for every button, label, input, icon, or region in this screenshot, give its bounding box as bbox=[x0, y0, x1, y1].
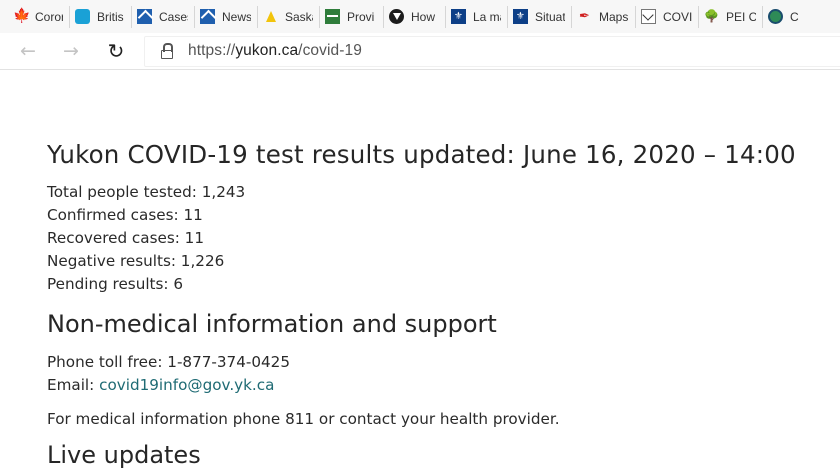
alberta-icon bbox=[137, 9, 152, 24]
stat-negative: Negative results: 1,226 bbox=[47, 252, 225, 270]
test-results-list: Total people tested: 1,243 Confirmed cas… bbox=[47, 182, 245, 297]
bookmark-item[interactable]: COVI bbox=[636, 5, 699, 28]
bookmark-item[interactable]: ✒ Maps bbox=[572, 5, 636, 28]
bookmark-label: How bbox=[411, 9, 436, 24]
maple-leaf-icon: 🍁 bbox=[13, 8, 31, 24]
url-domain: yukon.ca bbox=[235, 42, 299, 59]
saskatchewan-icon bbox=[263, 9, 278, 24]
bc-icon bbox=[75, 9, 90, 24]
bookmark-label: La ma bbox=[473, 9, 501, 24]
bookmark-label: COVI bbox=[663, 9, 692, 24]
bookmark-label: News bbox=[222, 9, 251, 24]
support-heading: Non-medical information and support bbox=[47, 310, 497, 338]
lock-icon[interactable] bbox=[160, 43, 174, 60]
bookmark-item[interactable]: How bbox=[384, 5, 446, 28]
bookmark-item[interactable]: News bbox=[195, 5, 258, 28]
page-title: Yukon COVID-19 test results updated: Jun… bbox=[47, 140, 796, 169]
stat-confirmed: Confirmed cases: 11 bbox=[47, 206, 203, 224]
bookmark-label: Maps bbox=[599, 9, 629, 24]
alberta-icon bbox=[200, 9, 215, 24]
nova-scotia-icon bbox=[768, 9, 783, 24]
stat-pending: Pending results: 6 bbox=[47, 275, 184, 293]
url-path: /covid-19 bbox=[298, 42, 362, 59]
bookmark-item[interactable]: 🍁 Coror bbox=[8, 5, 70, 28]
navigation-bar: ← → ↻ https://yukon.ca/covid-19 bbox=[0, 33, 840, 70]
bookmark-label: Provi bbox=[347, 9, 375, 24]
bookmark-item[interactable]: 🌳 PEI C bbox=[699, 5, 763, 28]
url-scheme: https:// bbox=[188, 42, 236, 59]
url-text[interactable]: https://yukon.ca/covid-19 bbox=[188, 42, 362, 60]
reload-icon[interactable]: ↻ bbox=[105, 40, 127, 62]
forward-arrow-icon[interactable]: → bbox=[60, 40, 82, 62]
stat-recovered: Recovered cases: 11 bbox=[47, 229, 205, 247]
bookmark-label: Britis bbox=[97, 9, 124, 24]
back-arrow-icon[interactable]: ← bbox=[17, 40, 39, 62]
bookmark-item[interactable]: ⚜ Situat bbox=[508, 5, 572, 28]
phone-text: Phone toll free: 1-877-374-0425 bbox=[47, 353, 291, 371]
bookmark-item[interactable]: ⚜ La ma bbox=[446, 5, 508, 28]
live-updates-heading: Live updates bbox=[47, 441, 201, 469]
stat-total-tested: Total people tested: 1,243 bbox=[47, 183, 246, 201]
bookmark-item[interactable]: Britis bbox=[70, 5, 132, 28]
bookmark-label: Saska bbox=[285, 9, 313, 24]
bookmark-item[interactable]: Cases bbox=[132, 5, 195, 28]
quebec-icon: ⚜ bbox=[513, 9, 528, 24]
bookmark-item[interactable]: Saska bbox=[258, 5, 320, 28]
bookmark-label: Situat bbox=[535, 9, 565, 24]
bookmark-label: Cases bbox=[159, 9, 188, 24]
manitoba-icon bbox=[325, 9, 340, 24]
new-brunswick-icon: ✒ bbox=[579, 9, 590, 24]
bookmark-item[interactable]: C bbox=[763, 6, 806, 28]
ontario-icon bbox=[389, 9, 404, 24]
email-line: Email: covid19info@gov.yk.ca bbox=[47, 375, 290, 398]
bookmarks-bar: 🍁 Coror Britis Cases News Saska Provi How… bbox=[0, 0, 840, 33]
nl-icon bbox=[641, 9, 656, 24]
quebec-icon: ⚜ bbox=[451, 9, 466, 24]
bookmark-item[interactable]: Provi bbox=[320, 5, 384, 28]
bookmark-label: Coror bbox=[35, 9, 63, 24]
bookmark-label: C bbox=[790, 9, 799, 24]
email-label: Email: bbox=[47, 376, 100, 394]
email-link[interactable]: covid19info@gov.yk.ca bbox=[99, 376, 274, 394]
bookmark-label: PEI C bbox=[726, 9, 756, 24]
pei-icon: 🌳 bbox=[704, 9, 719, 23]
contact-info: Phone toll free: 1-877-374-0425 Email: c… bbox=[47, 352, 290, 398]
medical-info-text: For medical information phone 811 or con… bbox=[47, 410, 560, 428]
